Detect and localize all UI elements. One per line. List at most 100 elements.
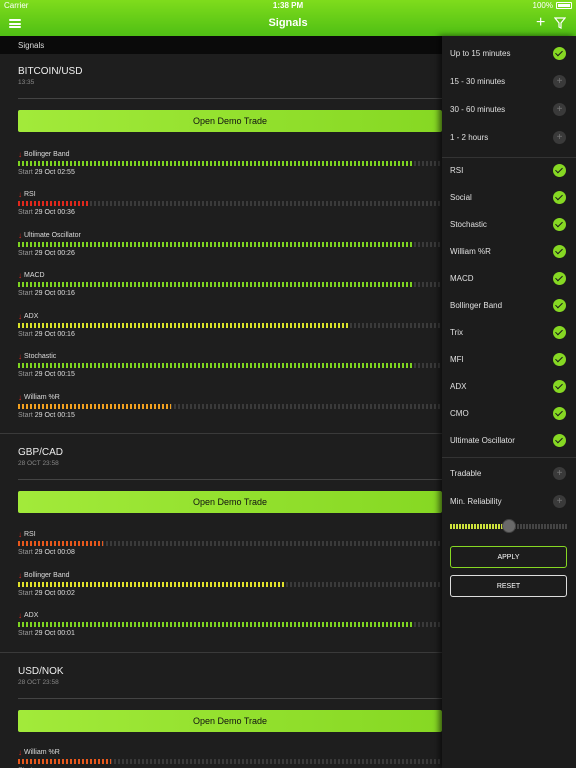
filter-option[interactable]: MFI xyxy=(442,347,576,374)
pair-name: GBP/CAD xyxy=(18,447,64,458)
start-label: Start xyxy=(18,590,33,597)
indicator-name: RSI xyxy=(24,191,36,198)
filter-option[interactable]: RSI xyxy=(442,158,576,185)
indicator-row[interactable]: ↓ MACD Start 29 Oct 00:16 xyxy=(18,271,442,309)
filter-option[interactable]: 30 - 60 minutes + xyxy=(442,97,576,124)
indicator-name: Bollinger Band xyxy=(24,572,70,579)
check-icon[interactable] xyxy=(553,47,566,60)
arrow-down-icon: ↓ xyxy=(18,231,22,240)
filter-option[interactable]: Ultimate Oscillator xyxy=(442,428,576,455)
start-label: Start xyxy=(18,331,33,338)
open-demo-trade-button[interactable]: Open Demo Trade xyxy=(18,710,442,732)
start-time: 29 Oct 00:02 xyxy=(34,590,75,597)
filter-option-label: Bollinger Band xyxy=(450,301,503,310)
indicator-start: Start 29 Oct 00:16 xyxy=(18,331,75,338)
filter-option[interactable]: Min. Reliability + xyxy=(442,489,576,516)
check-icon[interactable] xyxy=(553,326,566,339)
divider xyxy=(18,698,442,699)
reliability-slider-thumb[interactable] xyxy=(502,519,516,533)
arrow-down-icon: ↓ xyxy=(18,352,22,361)
plus-circle-icon[interactable]: + xyxy=(553,103,566,116)
indicator-row[interactable]: ↓ Ultimate Oscillator Start 29 Oct 00:26 xyxy=(18,231,442,269)
filter-icon[interactable] xyxy=(554,17,566,29)
indicator-name: MACD xyxy=(24,272,45,279)
indicator-row[interactable]: ↓ RSI Start 29 Oct 00:08 xyxy=(18,530,442,568)
filter-option-label: CMO xyxy=(450,409,469,418)
filter-option[interactable]: Social xyxy=(442,185,576,212)
plus-circle-icon[interactable]: + xyxy=(553,131,566,144)
section-label: Signals xyxy=(18,41,45,50)
strength-bar xyxy=(18,363,442,368)
indicator-row[interactable]: ↓ Stochastic Start 29 Oct 00:15 xyxy=(18,352,442,390)
plus-icon[interactable]: + xyxy=(536,15,545,31)
start-label: Start xyxy=(18,250,33,257)
indicator-row[interactable]: ↓ William %R Start xyxy=(18,748,442,768)
top-bar: Carrier 1:38 PM 100% Signals + xyxy=(0,0,576,36)
start-time: 29 Oct 00:36 xyxy=(34,209,75,216)
filter-option[interactable]: ADX xyxy=(442,374,576,401)
strength-bar-fill xyxy=(18,622,412,627)
filter-option[interactable]: Bollinger Band xyxy=(442,293,576,320)
check-icon[interactable] xyxy=(553,407,566,420)
strength-bar xyxy=(18,582,442,587)
filter-option[interactable]: MACD xyxy=(442,266,576,293)
plus-circle-icon[interactable]: + xyxy=(553,495,566,508)
indicator-row[interactable]: ↓ RSI Start 29 Oct 00:36 xyxy=(18,190,442,228)
open-demo-trade-button[interactable]: Open Demo Trade xyxy=(18,491,442,513)
open-demo-trade-button[interactable]: Open Demo Trade xyxy=(18,110,442,132)
check-icon[interactable] xyxy=(553,380,566,393)
plus-circle-icon[interactable]: + xyxy=(553,75,566,88)
filter-option[interactable]: Stochastic xyxy=(442,212,576,239)
strength-bar xyxy=(18,404,442,409)
strength-bar-fill xyxy=(18,404,171,409)
check-icon[interactable] xyxy=(553,191,566,204)
check-icon[interactable] xyxy=(553,272,566,285)
apply-button[interactable]: APPLY xyxy=(450,546,567,568)
divider xyxy=(18,98,442,99)
strength-bar xyxy=(18,201,442,206)
filter-option[interactable]: 15 - 30 minutes + xyxy=(442,69,576,96)
filter-option[interactable]: Up to 15 minutes xyxy=(442,41,576,68)
filter-option-label: Stochastic xyxy=(450,220,487,229)
start-time: 29 Oct 00:01 xyxy=(34,630,75,637)
filter-option[interactable]: Tradable + xyxy=(442,461,576,488)
indicator-name: Stochastic xyxy=(24,353,57,360)
strength-bar xyxy=(18,242,442,247)
indicator-name: Bollinger Band xyxy=(24,151,70,158)
indicator-header: ↓ MACD xyxy=(18,271,45,280)
arrow-down-icon: ↓ xyxy=(18,393,22,402)
filter-option[interactable]: Trix xyxy=(442,320,576,347)
arrow-down-icon: ↓ xyxy=(18,271,22,280)
indicator-row[interactable]: ↓ ADX Start 29 Oct 00:01 xyxy=(18,611,442,649)
arrow-down-icon: ↓ xyxy=(18,312,22,321)
strength-bar xyxy=(18,622,442,627)
indicator-row[interactable]: ↓ ADX Start 29 Oct 00:16 xyxy=(18,312,442,350)
strength-bar-fill xyxy=(18,582,285,587)
indicator-row[interactable]: ↓ William %R Start 29 Oct 00:15 xyxy=(18,393,442,431)
check-icon[interactable] xyxy=(553,353,566,366)
arrow-down-icon: ↓ xyxy=(18,611,22,620)
start-time: 29 Oct 00:26 xyxy=(34,250,75,257)
arrow-down-icon: ↓ xyxy=(18,150,22,159)
pair-name: BITCOIN/USD xyxy=(18,66,83,77)
divider xyxy=(18,479,442,480)
indicator-row[interactable]: ↓ Bollinger Band Start 29 Oct 02:55 xyxy=(18,150,442,188)
reset-button[interactable]: RESET xyxy=(450,575,567,597)
filter-option[interactable]: William %R xyxy=(442,239,576,266)
indicator-row[interactable]: ↓ Bollinger Band Start 29 Oct 00:02 xyxy=(18,571,442,609)
check-icon[interactable] xyxy=(553,299,566,312)
filter-option[interactable]: 1 - 2 hours + xyxy=(442,125,576,152)
battery-indicator: 100% xyxy=(533,1,572,10)
check-icon[interactable] xyxy=(553,245,566,258)
check-icon[interactable] xyxy=(553,164,566,177)
plus-circle-icon[interactable]: + xyxy=(553,467,566,480)
filter-option[interactable]: CMO xyxy=(442,401,576,428)
check-icon[interactable] xyxy=(553,218,566,231)
strength-bar-fill xyxy=(18,282,412,287)
strength-bar-fill xyxy=(18,323,349,328)
page-title: Signals xyxy=(268,17,308,29)
check-icon[interactable] xyxy=(553,434,566,447)
start-label: Start xyxy=(18,412,33,419)
section-header: Signals xyxy=(0,36,442,54)
arrow-down-icon: ↓ xyxy=(18,571,22,580)
